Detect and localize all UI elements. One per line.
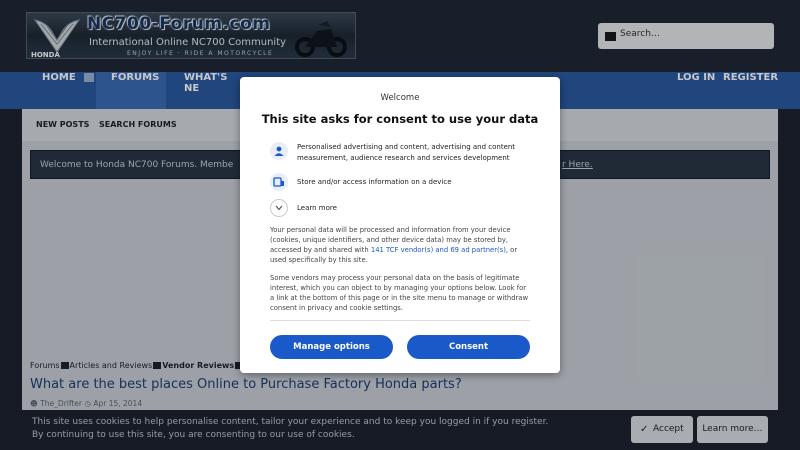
consent-divider <box>270 320 530 321</box>
person-icon <box>270 142 288 160</box>
purpose-personalised-ads-text: Personalised advertising and content, ad… <box>297 143 516 162</box>
consent-title: This site asks for consent to use your d… <box>261 112 539 126</box>
learn-more-label: Learn more <box>297 204 337 212</box>
chevron-down-icon[interactable] <box>270 199 288 217</box>
consent-button[interactable]: Consent <box>407 335 530 359</box>
purpose-personalised-ads: Personalised advertising and content, ad… <box>270 142 540 166</box>
consent-dialog: Welcome This site asks for consent to us… <box>240 77 560 373</box>
learn-more-toggle[interactable]: Learn more <box>270 199 540 217</box>
vendors-link[interactable]: 141 TCF vendor(s) and 69 ad partner(s) <box>371 246 506 254</box>
device-storage-icon <box>270 173 288 191</box>
manage-options-label: Manage options <box>293 342 370 352</box>
purpose-device-storage-text: Store and/or access information on a dev… <box>297 178 452 186</box>
purpose-device-storage: Store and/or access information on a dev… <box>270 173 540 191</box>
consent-welcome: Welcome <box>380 93 420 103</box>
manage-options-button[interactable]: Manage options <box>270 335 393 359</box>
consent-body-2: Some vendors may process your personal d… <box>270 274 529 312</box>
consent-button-label: Consent <box>448 342 489 352</box>
consent-body-1: Your personal data will be processed and… <box>270 225 532 265</box>
